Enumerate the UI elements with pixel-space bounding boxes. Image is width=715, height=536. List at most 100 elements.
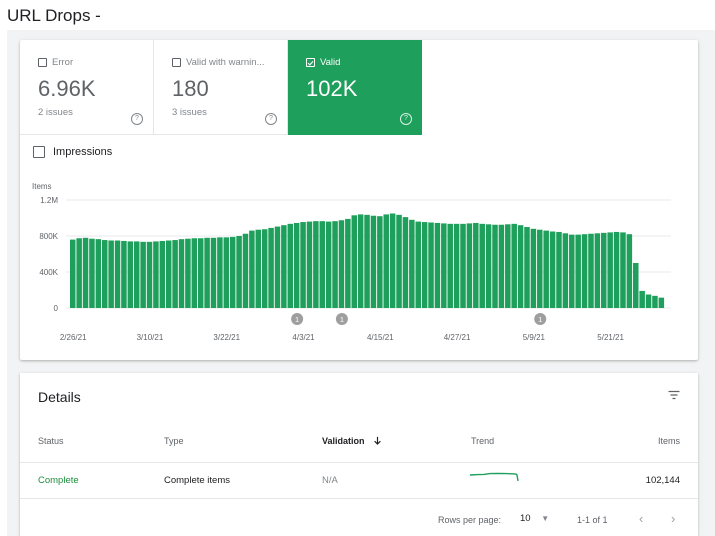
chart-bar <box>191 238 198 308</box>
chart-bar <box>95 239 102 308</box>
error-count: 6.96K <box>38 76 96 101</box>
chart-bar <box>300 222 306 308</box>
chart-bar <box>210 237 217 308</box>
warnings-count: 180 <box>172 76 209 101</box>
chart-bar <box>569 234 575 308</box>
column-header-trend: Trend <box>471 436 495 446</box>
coverage-chart: Items 0 400K 800K 1.2M 1 1 1 2/26/21 3/10/21 3/22/… <box>32 182 671 342</box>
chart-bar <box>121 240 127 308</box>
chart-bar <box>447 223 453 308</box>
chart-bar <box>293 222 300 308</box>
next-page-icon[interactable]: › <box>671 511 675 526</box>
chart-bar <box>229 236 236 308</box>
chart-bar <box>351 215 358 308</box>
x-tick-label: 5/21/21 <box>597 333 624 342</box>
chart-bar <box>613 231 620 308</box>
y-tick-label: 400K <box>39 268 58 277</box>
row-status[interactable]: Complete <box>38 475 79 486</box>
y-tick-label: 1.2M <box>40 196 58 205</box>
chart-bar <box>140 241 146 308</box>
chart-bar <box>249 230 255 308</box>
page-title: URL Drops - <box>7 6 101 25</box>
chart-bar <box>274 226 281 308</box>
chart-bar <box>108 240 114 308</box>
valid-with-warnings-tile[interactable]: Valid with warnin... 180 3 issues ? <box>154 40 288 135</box>
chart-bar <box>402 217 409 308</box>
chart-bar <box>588 233 594 308</box>
chart-bar <box>133 241 140 308</box>
chart-bar <box>620 232 626 308</box>
x-tick-label: 4/3/21 <box>292 333 315 342</box>
help-icon[interactable]: ? <box>400 113 412 125</box>
chart-bar <box>530 228 537 308</box>
chart-bar <box>543 230 549 308</box>
chart-bar <box>537 229 543 308</box>
help-icon[interactable]: ? <box>131 113 143 125</box>
warnings-tile-header: Valid with warnin... <box>172 57 265 68</box>
chart-bar <box>575 234 581 308</box>
chart-bar <box>377 216 383 308</box>
impressions-toggle[interactable]: Impressions <box>33 146 112 158</box>
chart-bar <box>185 238 191 308</box>
chart-bar <box>345 218 351 308</box>
chart-bar <box>146 241 153 308</box>
chart-bar <box>370 215 377 308</box>
chart-bar <box>409 219 415 308</box>
previous-page-icon[interactable]: ‹ <box>639 511 643 526</box>
chart-bar <box>511 223 517 308</box>
column-header-validation[interactable]: Validation <box>322 436 382 446</box>
filter-icon[interactable] <box>668 389 680 401</box>
error-tile-header: Error <box>38 57 73 68</box>
chart-bar <box>159 240 166 308</box>
warnings-checkbox[interactable] <box>172 58 181 67</box>
valid-tile[interactable]: Valid 102K ? <box>288 40 422 135</box>
chart-bar <box>82 237 89 308</box>
valid-tile-header: Valid <box>306 57 340 68</box>
chart-bar <box>607 232 613 308</box>
pagination-range: 1-1 of 1 <box>577 515 608 525</box>
chart-bar <box>460 223 466 308</box>
chart-bar <box>549 231 556 308</box>
annotation-label: 1 <box>295 315 299 324</box>
valid-checkbox[interactable] <box>306 58 315 67</box>
chart-bar <box>338 220 345 308</box>
chart-bar <box>396 214 402 308</box>
chart-bar <box>325 221 332 308</box>
chart-bar <box>127 241 134 308</box>
chart-bar <box>70 239 76 308</box>
sort-descending-icon <box>374 436 381 445</box>
y-tick-label: 800K <box>39 232 58 241</box>
details-card: Details Status Type Validation Trend Ite… <box>20 373 698 536</box>
chart-bar <box>633 263 639 308</box>
chart-bar <box>319 221 326 308</box>
chart-bar <box>261 229 268 308</box>
chart-bar <box>223 237 230 308</box>
chart-bar <box>415 221 421 308</box>
row-items: 102,144 <box>645 475 680 486</box>
chart-bar <box>89 238 95 308</box>
chart-bar <box>389 213 396 308</box>
chart-bar <box>581 234 588 308</box>
rows-per-page-select[interactable]: 10 ▼ <box>520 513 549 524</box>
warnings-tile-label: Valid with warnin... <box>186 57 265 68</box>
error-tile[interactable]: Error 6.96K 2 issues ? <box>20 40 154 135</box>
help-icon[interactable]: ? <box>265 113 277 125</box>
column-header-items[interactable]: Items <box>658 436 680 446</box>
chart-bar <box>658 297 665 308</box>
chart-bar <box>313 221 319 308</box>
column-header-type[interactable]: Type <box>164 436 184 446</box>
chart-bar <box>306 221 313 308</box>
chart-bar <box>114 240 121 308</box>
valid-tile-label: Valid <box>320 57 341 68</box>
x-tick-label: 3/10/21 <box>137 333 164 342</box>
chart-bar <box>645 294 652 308</box>
error-checkbox[interactable] <box>38 58 47 67</box>
chart-bar <box>287 223 294 308</box>
chart-bar <box>153 241 159 308</box>
chart-bar <box>498 224 505 308</box>
impressions-checkbox[interactable] <box>33 146 45 158</box>
chart-bar <box>236 236 242 308</box>
checkmark-icon <box>307 60 314 66</box>
chart-bar <box>204 237 210 308</box>
column-header-status[interactable]: Status <box>38 436 64 446</box>
